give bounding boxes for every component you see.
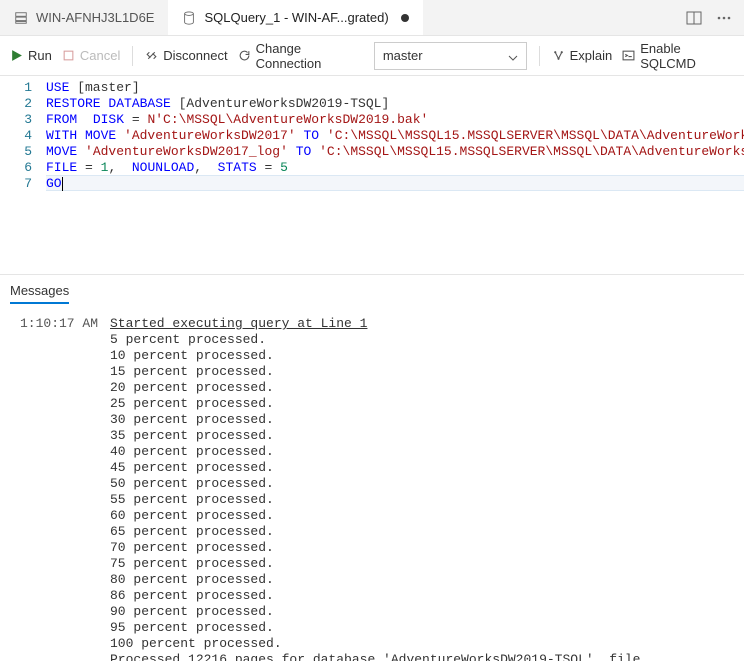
code-area[interactable]: USE [master]RESTORE DATABASE [AdventureW… (46, 80, 744, 274)
database-select[interactable]: master (374, 42, 527, 70)
cancel-label: Cancel (80, 48, 120, 63)
change-conn-label: Change Connection (256, 41, 364, 71)
run-label: Run (28, 48, 52, 63)
messages-panel-header: Messages (0, 274, 744, 308)
explain-icon (552, 49, 565, 62)
tab-label: SQLQuery_1 - WIN-AF...grated) (204, 10, 388, 25)
explain-label: Explain (570, 48, 613, 63)
messages-tab[interactable]: Messages (10, 283, 69, 304)
sqlcmd-label: Enable SQLCMD (640, 41, 734, 71)
chevron-down-icon (508, 51, 518, 61)
tab-bar: WIN-AFNHJ3L1D6E SQLQuery_1 - WIN-AF...gr… (0, 0, 744, 36)
messages-panel: 1:10:17 AM Started executing query at Li… (0, 308, 744, 661)
enable-sqlcmd-button[interactable]: Enable SQLCMD (622, 41, 734, 71)
stop-icon (62, 49, 75, 62)
separator (132, 46, 133, 66)
disconnect-icon (145, 49, 158, 62)
message-timestamp: 1:10:17 AM (10, 316, 110, 653)
refresh-icon (238, 49, 251, 62)
database-selected-value: master (383, 48, 423, 63)
server-icon (14, 11, 28, 25)
disconnect-label: Disconnect (163, 48, 227, 63)
query-toolbar: Run Cancel Disconnect Change Connection … (0, 36, 744, 76)
unsaved-dot-icon (401, 14, 409, 22)
split-editor-icon[interactable] (686, 10, 702, 26)
tab-bar-actions (686, 10, 744, 26)
disconnect-button[interactable]: Disconnect (145, 48, 227, 63)
more-actions-icon[interactable] (716, 10, 732, 26)
sql-editor[interactable]: 1234567 USE [master]RESTORE DATABASE [Ad… (0, 76, 744, 274)
message-output: Started executing query at Line 15 perce… (110, 316, 734, 653)
sqlcmd-icon (622, 49, 635, 62)
tab-active-query[interactable]: SQLQuery_1 - WIN-AF...grated) (168, 0, 422, 35)
cancel-button: Cancel (62, 48, 120, 63)
run-button[interactable]: Run (10, 48, 52, 63)
tab-label: WIN-AFNHJ3L1D6E (36, 10, 154, 25)
line-number-gutter: 1234567 (0, 80, 46, 274)
separator (539, 46, 540, 66)
explain-button[interactable]: Explain (552, 48, 613, 63)
change-connection-button[interactable]: Change Connection (238, 41, 364, 71)
play-icon (10, 49, 23, 62)
database-icon (182, 11, 196, 25)
tab-server-connection[interactable]: WIN-AFNHJ3L1D6E (0, 0, 168, 35)
